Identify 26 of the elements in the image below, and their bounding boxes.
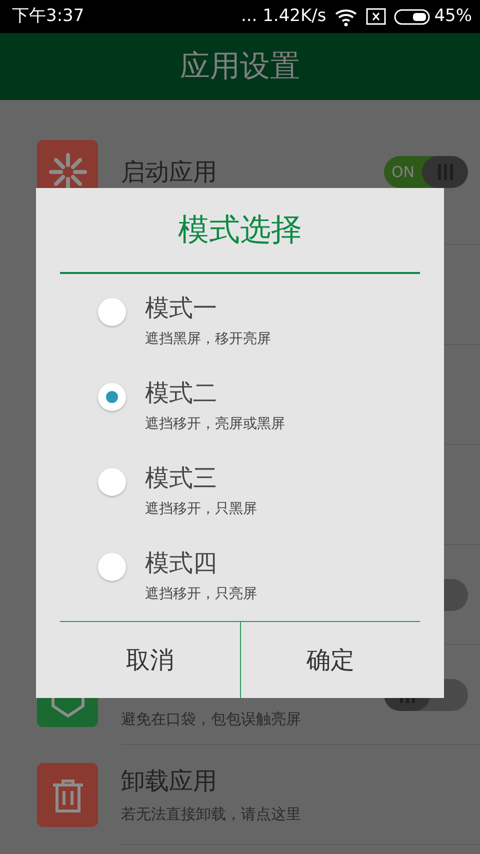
- option-label: 模式二: [145, 379, 218, 408]
- network-speed: ... 1.42K/s: [241, 4, 326, 28]
- radio-button[interactable]: [98, 553, 126, 581]
- dialog-button[interactable]: 确定: [240, 622, 420, 698]
- toggle-label: ON: [390, 162, 416, 183]
- battery-level: 45%: [434, 4, 472, 28]
- setting-description: 避免在口袋，包包误触亮屏: [121, 708, 301, 730]
- clock-time: 下午3:37: [12, 4, 84, 28]
- option-label: 模式三: [145, 464, 218, 493]
- option-label: 模式一: [145, 294, 218, 323]
- radio-button[interactable]: [98, 383, 126, 411]
- setting-title: 启动应用: [121, 157, 217, 188]
- app-title: 应用设置: [180, 48, 300, 86]
- option-label: 模式四: [145, 549, 218, 578]
- setting-title: 卸载应用: [121, 766, 217, 798]
- battery-icon: [394, 8, 430, 24]
- option-description: 遮挡移开，只黑屏: [145, 500, 257, 519]
- option-description: 遮挡移开，亮屏或黑屏: [145, 414, 285, 434]
- radio-button[interactable]: [98, 468, 126, 496]
- setting-description: 若无法直接卸载，请点这里: [121, 804, 301, 826]
- radio-button[interactable]: [98, 298, 126, 326]
- option-description: 遮挡移开，只亮屏: [145, 584, 257, 604]
- dialog-button[interactable]: 取消: [60, 622, 240, 698]
- dialog-title: 模式选择: [60, 188, 420, 274]
- option-description: 遮挡黑屏，移开亮屏: [145, 330, 271, 349]
- sim-card-icon: [366, 8, 386, 25]
